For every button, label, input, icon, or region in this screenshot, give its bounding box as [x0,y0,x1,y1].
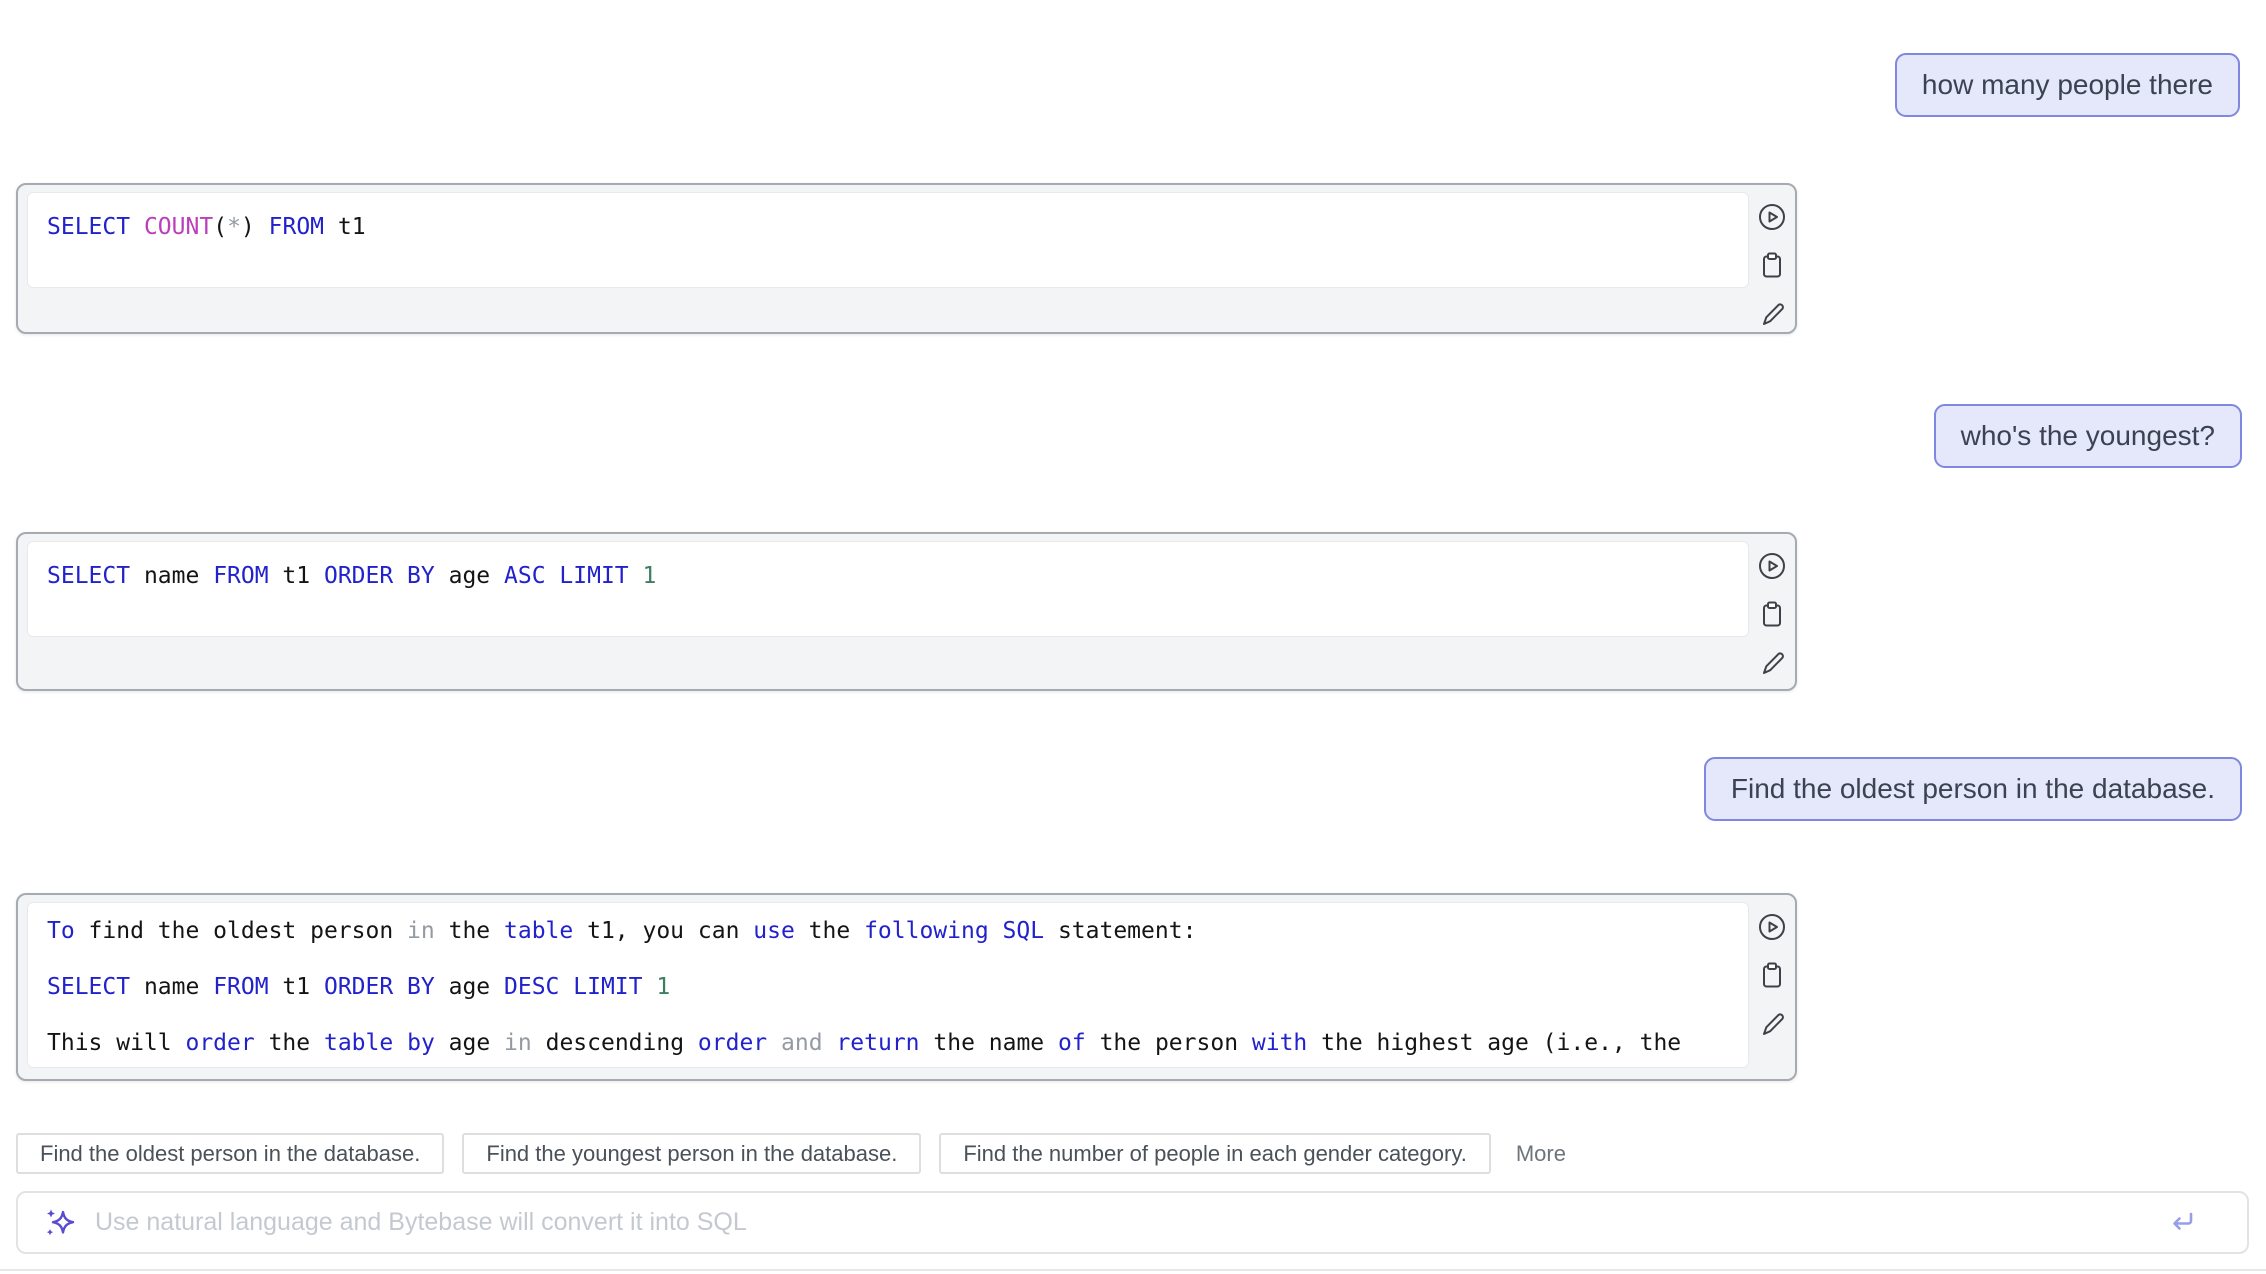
copy-sql-button[interactable] [1756,249,1788,281]
run-query-button[interactable] [1756,550,1788,582]
suggestion-chip-gender-count[interactable]: Find the number of people in each gender… [939,1133,1490,1174]
clipboard-icon [1757,960,1787,990]
sparkles-icon [42,1205,78,1241]
user-message-bubble: how many people there [1895,53,2240,117]
user-message-bubble: Find the oldest person in the database. [1704,757,2242,821]
code-actions [1756,550,1788,678]
suggestion-chip-oldest[interactable]: Find the oldest person in the database. [16,1133,444,1174]
play-circle-icon [1757,551,1787,581]
return-icon [2167,1206,2197,1239]
nl-to-sql-composer [16,1191,2249,1254]
pencil-icon [1757,647,1787,677]
sql-response-block: SELECT name FROM t1 ORDER BY age ASC LIM… [16,532,1797,691]
run-query-button[interactable] [1756,911,1788,943]
code-actions [1756,911,1788,1039]
sql-code-card: To find the oldest person in the table t… [27,902,1749,1068]
edit-sql-button[interactable] [1756,297,1788,329]
response-text-line: This will order the table by age in desc… [47,1023,1729,1063]
more-suggestions-button[interactable]: More [1509,1141,1566,1167]
sql-response-block: To find the oldest person in the table t… [16,893,1797,1081]
play-circle-icon [1757,912,1787,942]
sql-code-card: SELECT name FROM t1 ORDER BY age ASC LIM… [27,541,1749,637]
pencil-icon [1757,298,1787,328]
edit-sql-button[interactable] [1756,1007,1788,1039]
pencil-icon [1757,1008,1787,1038]
clipboard-icon [1757,599,1787,629]
user-message-bubble: who's the youngest? [1934,404,2242,468]
clipboard-icon [1757,250,1787,280]
suggestion-chip-youngest[interactable]: Find the youngest person in the database… [462,1133,921,1174]
play-circle-icon [1757,202,1787,232]
sql-response-block: SELECT COUNT(*) FROM t1 [16,183,1797,334]
suggestion-row: Find the oldest person in the database. … [16,1133,1566,1174]
edit-sql-button[interactable] [1756,646,1788,678]
response-text-line: To find the oldest person in the table t… [47,911,1729,951]
copy-sql-button[interactable] [1756,598,1788,630]
bottom-divider [0,1269,2266,1271]
run-query-button[interactable] [1756,201,1788,233]
code-actions [1756,201,1788,329]
nl-query-input[interactable] [93,1207,2155,1238]
sql-code-line: SELECT name FROM t1 ORDER BY age ASC LIM… [47,556,1729,596]
sql-code-card: SELECT COUNT(*) FROM t1 [27,192,1749,288]
copy-sql-button[interactable] [1756,959,1788,991]
sql-code-line: SELECT COUNT(*) FROM t1 [47,207,1729,247]
sql-chat-panel: how many people there SELECT COUNT(*) FR… [0,0,2266,1274]
sql-code-line: SELECT name FROM t1 ORDER BY age DESC LI… [47,967,1729,1007]
submit-query-button[interactable] [2167,1206,2197,1239]
